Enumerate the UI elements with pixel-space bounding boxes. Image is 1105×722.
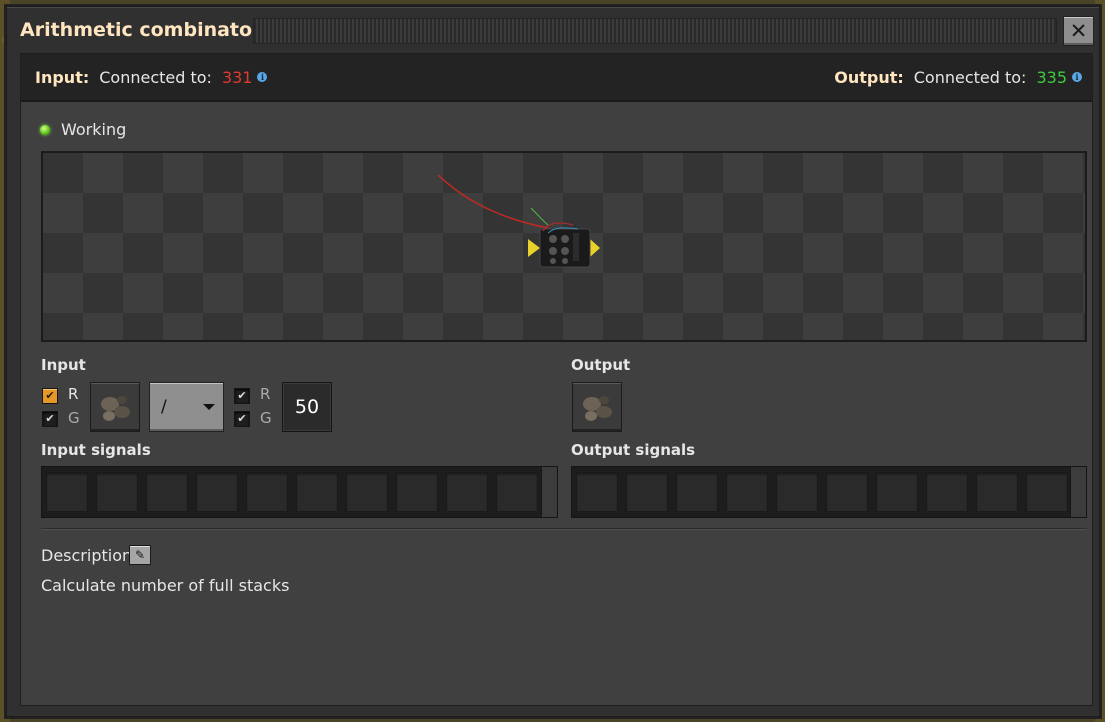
signal-cell (726, 472, 768, 512)
output-signals-scrollbar[interactable] (1070, 467, 1086, 517)
signal-cell (876, 472, 918, 512)
combinator-sprite-icon (437, 174, 600, 268)
output-heading: Output (571, 356, 631, 374)
output-signals-heading: Output signals (571, 441, 696, 459)
chevron-down-icon (203, 404, 215, 410)
close-button[interactable]: ✕ (1063, 16, 1094, 46)
output-connection-label: Output: (834, 67, 904, 87)
signal-cell (346, 472, 388, 512)
description-text: Calculate number of full stacks (41, 576, 290, 595)
combinator-preview-svg (437, 174, 600, 268)
input-signals-heading: Input signals (41, 441, 151, 459)
input-signals-list (41, 466, 558, 518)
output-connected-to-text: Connected to: (913, 67, 1027, 87)
drag-handle[interactable] (253, 18, 1057, 44)
constant-input[interactable]: 50 (282, 382, 332, 432)
signal-cell (296, 472, 338, 512)
input-right-red-checkbox[interactable]: ✔ (234, 388, 250, 404)
signal-cell (446, 472, 488, 512)
output-connection: Output: Connected to: 335 i (834, 68, 1082, 87)
title-bar[interactable]: Arithmetic combinator ✕ (7, 7, 1099, 53)
input-heading: Input (41, 356, 86, 374)
entity-preview[interactable] (41, 151, 1087, 342)
input-connected-to-text: Connected to: (99, 67, 212, 87)
description-heading: Description (41, 546, 133, 565)
operator-value: / (161, 397, 167, 417)
signal-cell (146, 472, 188, 512)
info-icon[interactable]: i (257, 72, 268, 82)
arithmetic-combinator-window: Arithmetic combinator ✕ Input: Connected… (6, 6, 1100, 717)
pencil-icon: ✎ (134, 548, 146, 562)
signal-cell (196, 472, 238, 512)
input-left-red-label: R (68, 385, 79, 403)
input-network-id: 331 (221, 67, 253, 87)
window-title: Arithmetic combinator (20, 19, 262, 41)
input-right-green-checkbox[interactable]: ✔ (234, 411, 250, 427)
connection-bar: Input: Connected to: 331 i Output: Conne… (21, 54, 1092, 102)
signal-cell (626, 472, 668, 512)
stone-icon (583, 396, 612, 421)
status-light-icon (40, 124, 50, 135)
signal-cell (926, 472, 968, 512)
input-right-red-label: R (260, 385, 271, 403)
signal-cell (826, 472, 868, 512)
input-left-green-label: G (68, 409, 80, 427)
content-panel: Input: Connected to: 331 i Output: Conne… (20, 53, 1093, 706)
output-signals-list (571, 466, 1087, 518)
signal-cell (496, 472, 538, 512)
info-icon[interactable]: i (1072, 72, 1082, 82)
stone-icon (101, 396, 130, 421)
close-icon: ✕ (1069, 19, 1088, 43)
section-divider (41, 528, 1087, 530)
input-right-green-label: G (260, 409, 272, 427)
status-indicator: Working (40, 120, 126, 139)
input-left-red-checkbox[interactable]: ✔ (42, 388, 58, 404)
signal-cell (776, 472, 818, 512)
signal-cell (676, 472, 718, 512)
signal-cell (46, 472, 88, 512)
output-signal-slot[interactable] (572, 382, 622, 432)
input-connection: Input: Connected to: 331 i (35, 67, 268, 87)
constant-value: 50 (294, 396, 320, 418)
signal-cell (576, 472, 618, 512)
input-signals-scrollbar[interactable] (541, 467, 557, 517)
output-network-id: 335 (1036, 67, 1067, 87)
signal-cell (246, 472, 288, 512)
edit-description-button[interactable]: ✎ (129, 545, 151, 565)
input-connection-label: Input: (35, 67, 90, 87)
status-text: Working (61, 120, 127, 139)
input-left-signal-slot[interactable] (90, 382, 140, 432)
signal-cell (96, 472, 138, 512)
signal-cell (976, 472, 1018, 512)
signal-cell (1026, 472, 1068, 512)
operator-dropdown[interactable]: / (149, 382, 224, 432)
input-left-green-checkbox[interactable]: ✔ (42, 411, 58, 427)
signal-cell (396, 472, 438, 512)
